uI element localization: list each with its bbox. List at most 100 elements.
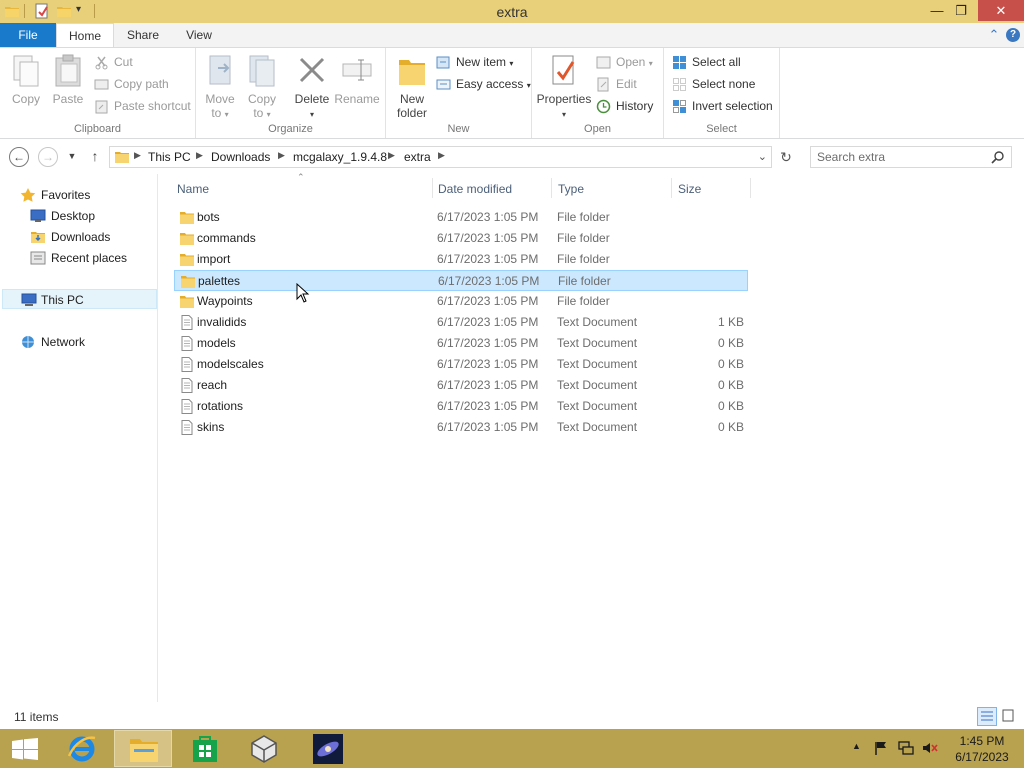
- open-button[interactable]: Open ▾: [596, 53, 653, 71]
- move-to-button[interactable]: Move to ▾: [198, 52, 242, 120]
- copy-button[interactable]: Copy: [4, 52, 48, 116]
- cut-button[interactable]: Cut: [94, 53, 133, 71]
- column-header-name[interactable]: Name: [177, 178, 209, 200]
- column-header-size[interactable]: Size: [678, 178, 701, 200]
- taskbar-store[interactable]: [176, 730, 234, 767]
- column-divider[interactable]: [432, 178, 433, 198]
- column-divider[interactable]: [551, 178, 552, 198]
- move-to-label-2: to: [211, 106, 222, 120]
- paste-button[interactable]: Paste: [46, 52, 90, 116]
- large-icons-view-icon[interactable]: [999, 707, 1019, 726]
- history-button[interactable]: History: [596, 97, 653, 115]
- recent-locations-chevron-icon[interactable]: ▼: [62, 147, 82, 167]
- rename-button[interactable]: Rename: [334, 52, 380, 116]
- folder-icon: [181, 276, 195, 288]
- breadcrumb-this-pc[interactable]: This PC: [148, 150, 191, 164]
- column-header-type[interactable]: Type: [558, 178, 584, 200]
- expand-ribbon-chevron-icon[interactable]: ⌃: [987, 28, 1001, 42]
- cube-app-icon: [251, 735, 277, 763]
- select-all-button[interactable]: Select all: [672, 53, 741, 71]
- address-bar[interactable]: ▶ This PC ▶ Downloads ▶ mcgalaxy_1.9.4.8…: [109, 146, 772, 168]
- breadcrumb-separator-icon: ▶: [388, 150, 395, 160]
- file-date: 6/17/2023 1:05 PM: [437, 336, 539, 350]
- copy-to-button[interactable]: Copy to ▾: [240, 52, 284, 120]
- file-row[interactable]: palettes 6/17/2023 1:05 PM File folder: [174, 270, 748, 291]
- nav-this-pc[interactable]: This PC: [2, 289, 157, 309]
- maximize-button[interactable]: ❐: [944, 0, 978, 21]
- details-view-icon[interactable]: [977, 707, 997, 726]
- taskbar-app-galaxy[interactable]: [298, 730, 356, 767]
- volume-muted-icon[interactable]: [922, 741, 938, 755]
- back-arrow-icon[interactable]: ←: [9, 147, 29, 167]
- copy-path-icon: [94, 79, 109, 90]
- file-row[interactable]: rotations 6/17/2023 1:05 PM Text Document 0…: [174, 396, 748, 417]
- select-none-button[interactable]: Select none: [672, 75, 755, 93]
- refresh-icon[interactable]: ↻: [775, 146, 797, 168]
- file-name: rotations: [197, 399, 244, 413]
- file-row[interactable]: modelscales 6/17/2023 1:05 PM Text Documen…: [174, 354, 748, 375]
- up-arrow-icon[interactable]: ↑: [85, 147, 105, 167]
- nav-favorites[interactable]: Favorites: [20, 185, 90, 205]
- paste-shortcut-button[interactable]: Paste shortcut: [94, 97, 191, 115]
- breadcrumb-downloads[interactable]: Downloads: [211, 150, 270, 164]
- file-size: 0 KB: [717, 420, 744, 434]
- file-name: models: [197, 336, 236, 350]
- column-header-date[interactable]: Date modified: [438, 178, 512, 200]
- new-folder-icon: [399, 60, 425, 85]
- copy-path-button[interactable]: Copy path: [94, 75, 169, 93]
- properties-icon: [552, 55, 575, 85]
- nav-network[interactable]: Network: [20, 332, 85, 352]
- nav-desktop[interactable]: Desktop: [30, 206, 95, 226]
- easy-access-button[interactable]: Easy access ▾: [436, 75, 531, 93]
- start-button[interactable]: [0, 730, 50, 767]
- desktop-icon: [30, 209, 46, 222]
- breadcrumb-mcgalaxy[interactable]: mcgalaxy_1.9.4.8: [293, 150, 387, 164]
- network-tray-icon[interactable]: [898, 741, 914, 755]
- search-icon[interactable]: [991, 150, 1005, 164]
- file-row[interactable]: Waypoints 6/17/2023 1:05 PM File folder: [174, 291, 748, 312]
- new-item-button[interactable]: New item ▾: [436, 53, 513, 71]
- delete-button[interactable]: Delete ▾: [290, 52, 334, 119]
- properties-button[interactable]: Properties ▾: [536, 52, 592, 119]
- new-folder-button[interactable]: New folder: [390, 52, 434, 120]
- status-item-count: 11 items: [14, 710, 59, 724]
- file-row[interactable]: reach 6/17/2023 1:05 PM Text Document 0 KB: [174, 375, 748, 396]
- tab-share[interactable]: Share: [116, 23, 170, 47]
- tab-view[interactable]: View: [172, 23, 226, 47]
- nav-downloads[interactable]: Downloads: [30, 227, 110, 247]
- open-group-label: Open: [584, 123, 611, 135]
- close-button[interactable]: ✕: [978, 0, 1024, 21]
- search-input[interactable]: [817, 149, 987, 165]
- forward-arrow-icon[interactable]: →: [38, 147, 58, 167]
- clipboard-group-label: Clipboard: [73, 123, 122, 135]
- column-divider[interactable]: [750, 178, 751, 198]
- taskbar-clock[interactable]: 1:45 PM 6/17/2023: [948, 733, 1016, 765]
- edit-button[interactable]: Edit: [596, 75, 637, 93]
- file-date: 6/17/2023 1:05 PM: [437, 231, 539, 245]
- breadcrumb-extra[interactable]: extra: [404, 150, 431, 164]
- tab-home[interactable]: Home: [56, 23, 114, 48]
- search-box[interactable]: [810, 146, 1012, 168]
- show-hidden-icons-chevron-icon[interactable]: ▲: [852, 741, 861, 751]
- file-row[interactable]: bots 6/17/2023 1:05 PM File folder: [174, 207, 748, 228]
- taskbar-internet-explorer[interactable]: [53, 730, 111, 767]
- nav-recent-label: Recent places: [51, 251, 128, 265]
- file-row[interactable]: invalidids 6/17/2023 1:05 PM Text Document…: [174, 312, 748, 333]
- file-row[interactable]: skins 6/17/2023 1:05 PM Text Document 0 KB: [174, 417, 748, 438]
- invert-selection-button[interactable]: Invert selection: [672, 97, 773, 115]
- address-history-chevron-icon[interactable]: ⌄: [758, 150, 767, 163]
- tab-file[interactable]: File: [0, 23, 56, 47]
- help-icon[interactable]: ?: [1006, 28, 1020, 42]
- action-center-flag-icon[interactable]: [874, 741, 888, 755]
- column-divider[interactable]: [671, 178, 672, 198]
- breadcrumb-separator-icon: ▶: [278, 150, 285, 160]
- taskbar-app-cube[interactable]: [235, 730, 293, 767]
- nav-recent-places[interactable]: Recent places: [30, 248, 127, 268]
- file-row[interactable]: models 6/17/2023 1:05 PM Text Document 0 KB: [174, 333, 748, 354]
- file-row[interactable]: commands 6/17/2023 1:05 PM File folder: [174, 228, 748, 249]
- taskbar-file-explorer[interactable]: [114, 730, 172, 767]
- file-row[interactable]: import 6/17/2023 1:05 PM File folder: [174, 249, 748, 270]
- copy-path-label: Copy path: [114, 77, 169, 91]
- file-type: File folder: [557, 231, 610, 245]
- text-document-icon: [181, 399, 193, 414]
